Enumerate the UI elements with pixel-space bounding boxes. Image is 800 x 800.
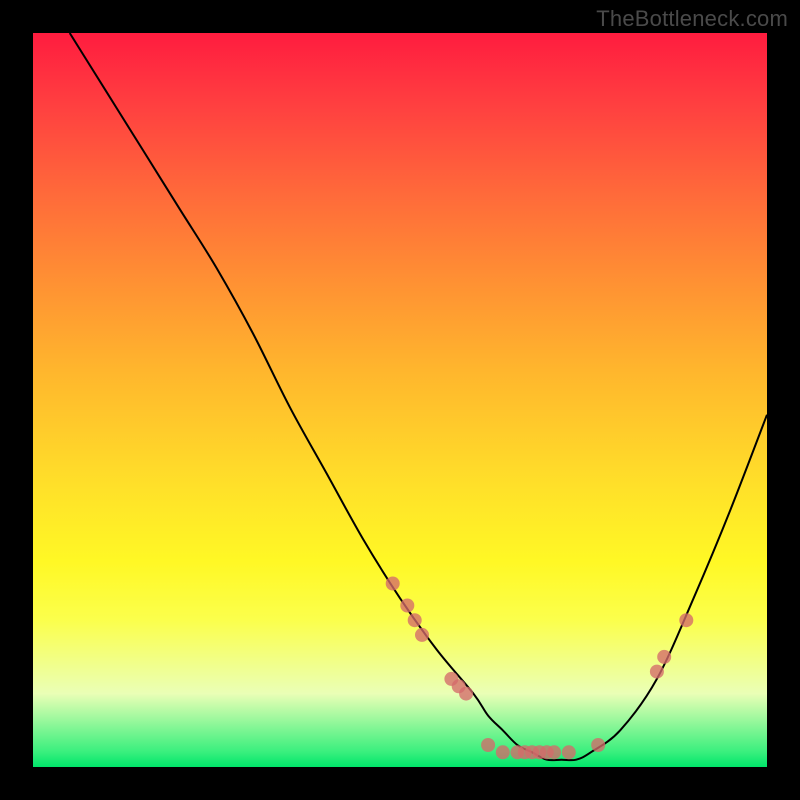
chart-svg [33,33,767,767]
data-point-p18 [650,665,664,679]
data-point-p17 [591,738,605,752]
chart-area [33,33,767,767]
data-point-p2 [400,599,414,613]
data-point-p15 [547,745,561,759]
data-point-p8 [481,738,495,752]
data-point-p4 [415,628,429,642]
data-point-p1 [386,577,400,591]
data-point-p20 [679,613,693,627]
data-point-p3 [408,613,422,627]
data-points-group [386,577,694,760]
data-point-p7 [459,687,473,701]
watermark-label: TheBottleneck.com [596,6,788,32]
data-point-p16 [562,745,576,759]
data-point-p9 [496,745,510,759]
data-point-p19 [657,650,671,664]
